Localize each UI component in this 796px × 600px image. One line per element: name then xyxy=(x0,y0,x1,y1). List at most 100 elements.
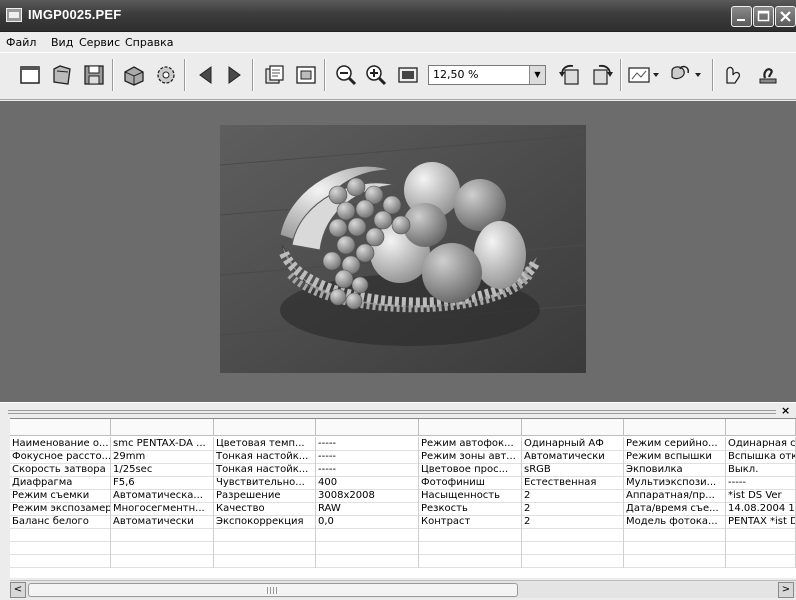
menu-file[interactable]: Файл xyxy=(6,36,36,49)
previous-button[interactable] xyxy=(192,61,220,89)
table-cell xyxy=(726,528,796,542)
zoom-in-button[interactable] xyxy=(362,61,390,89)
column-header[interactable] xyxy=(522,419,624,436)
title-bar[interactable]: IMGP0025.PEF xyxy=(0,0,796,32)
table-cell: 0,0 xyxy=(316,515,419,529)
table-cell: Мультиэкспози... xyxy=(624,476,726,490)
column-header[interactable] xyxy=(214,419,316,436)
table-row[interactable]: Режим съемки Автоматическа... Разрешение 30… xyxy=(10,489,796,503)
save-button[interactable] xyxy=(80,61,108,89)
help-button[interactable] xyxy=(720,61,748,89)
scroll-left-icon[interactable]: < xyxy=(10,582,26,598)
table-cell: Многосегментн... xyxy=(111,502,214,516)
table-cell: Наименование о... xyxy=(10,437,111,451)
table-cell xyxy=(522,541,624,555)
photo-fruit-basket xyxy=(220,125,586,373)
column-header[interactable] xyxy=(10,419,111,436)
table-row[interactable]: Режим экспозамера Многосегментн... Качеств… xyxy=(10,502,796,516)
table-row[interactable] xyxy=(10,528,796,542)
scrollbar-thumb[interactable] xyxy=(28,583,518,597)
help-icon xyxy=(726,66,741,84)
image-viewer[interactable] xyxy=(0,101,796,402)
previous-icon xyxy=(199,66,212,84)
table-cell xyxy=(214,541,316,555)
column-header[interactable] xyxy=(419,419,522,436)
table-cell: 2 xyxy=(522,489,624,503)
table-row[interactable]: Фокусное рассто... 29mm Тонкая настойк... -… xyxy=(10,450,796,464)
close-button[interactable] xyxy=(775,6,796,27)
toolbar: 12,50 % ▼ xyxy=(0,52,796,100)
next-icon xyxy=(228,66,241,84)
table-row[interactable]: Диафрагма F5,6 Чувствительно... 400 Фотофини… xyxy=(10,476,796,490)
compare-button[interactable] xyxy=(626,61,662,89)
menu-help[interactable]: Справка xyxy=(125,36,173,49)
column-header[interactable] xyxy=(726,419,796,436)
copy-button[interactable] xyxy=(260,61,288,89)
table-cell: Модель фотока... xyxy=(624,515,726,529)
table-cell xyxy=(522,528,624,542)
table-cell: Качество xyxy=(214,502,316,516)
app-icon[interactable] xyxy=(6,8,22,22)
menu-view[interactable]: Вид xyxy=(51,36,73,49)
maximize-button[interactable] xyxy=(753,6,774,27)
close-icon[interactable]: × xyxy=(781,404,790,417)
about-button[interactable] xyxy=(754,61,782,89)
menu-tools[interactable]: Сервис xyxy=(79,36,120,49)
table-cell: Режим серийно... xyxy=(624,437,726,451)
table-cell: Цветовое прос... xyxy=(419,463,522,477)
save-icon xyxy=(84,65,104,85)
table-cell: Фотофиниш xyxy=(419,476,522,490)
table-row[interactable]: Баланс белого Автоматически Экспокоррекция… xyxy=(10,515,796,529)
table-cell: Автоматически xyxy=(111,515,214,529)
table-cell: F5,6 xyxy=(111,476,214,490)
table-cell: Аппаратная/пр... xyxy=(624,489,726,503)
table-cell xyxy=(419,554,522,568)
minimize-button[interactable] xyxy=(731,6,752,27)
column-header[interactable] xyxy=(316,419,419,436)
table-row[interactable]: Наименование о... smc PENTAX-DA ... Цветов… xyxy=(10,437,796,451)
table-cell: PENTAX *ist D xyxy=(728,515,796,529)
menu-bar: Файл Вид Сервис Справка xyxy=(0,32,796,52)
table-cell: Чувствительно... xyxy=(214,476,316,490)
table-cell: ----- xyxy=(316,450,419,464)
chevron-down-icon[interactable]: ▼ xyxy=(529,66,545,84)
zoom-out-button[interactable] xyxy=(332,61,360,89)
table-cell: Экповилка xyxy=(624,463,726,477)
table-cell xyxy=(624,554,726,568)
open-button[interactable] xyxy=(48,61,76,89)
table-row[interactable]: Скорость затвора 1/25sec Тонкая настойк...… xyxy=(10,463,796,477)
fit-window-button[interactable] xyxy=(292,61,320,89)
table-row[interactable] xyxy=(10,554,796,568)
settings-icon xyxy=(157,66,175,84)
table-cell: Диафрагма xyxy=(10,476,111,490)
rotate-left-button[interactable] xyxy=(556,61,584,89)
panel-splitter[interactable]: × xyxy=(0,402,796,418)
table-cell xyxy=(214,528,316,542)
scroll-right-icon[interactable]: > xyxy=(778,582,794,598)
table-row[interactable] xyxy=(10,541,796,555)
horizontal-scrollbar[interactable]: < > xyxy=(10,580,796,598)
table-cell: Контраст xyxy=(419,515,522,529)
actual-size-button[interactable] xyxy=(394,61,422,89)
zoom-select[interactable]: 12,50 % ▼ xyxy=(428,65,546,85)
table-cell: Резкость xyxy=(419,502,522,516)
table-cell xyxy=(10,541,111,555)
table-cell: 29mm xyxy=(111,450,214,464)
new-window-button[interactable] xyxy=(16,61,44,89)
table-cell xyxy=(419,541,522,555)
column-header[interactable] xyxy=(624,419,726,436)
column-header[interactable] xyxy=(111,419,214,436)
table-cell: Режим экспозамера xyxy=(12,502,111,516)
batch-button[interactable] xyxy=(668,61,704,89)
print-button[interactable] xyxy=(120,61,148,89)
table-cell: Естественная xyxy=(522,476,624,490)
rotate-right-button[interactable] xyxy=(588,61,616,89)
copy-icon xyxy=(265,65,284,84)
splitter-grip[interactable] xyxy=(8,410,776,414)
zoom-in-icon xyxy=(366,65,387,86)
settings-button[interactable] xyxy=(152,61,180,89)
table-cell: Разрешение xyxy=(214,489,316,503)
table-cell: ----- xyxy=(726,476,796,490)
table-cell: Вспышка отк xyxy=(728,450,796,464)
next-button[interactable] xyxy=(220,61,248,89)
